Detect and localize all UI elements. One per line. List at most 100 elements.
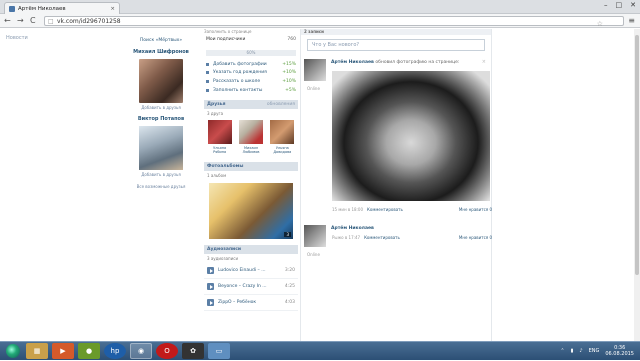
avatar[interactable] [304, 59, 326, 81]
scrollbar-thumb[interactable] [635, 35, 639, 275]
friend-name: Ульяна Довидова [273, 146, 292, 155]
friend-card[interactable]: Ульяна Рябина [207, 120, 232, 154]
left-nav-news[interactable]: Новости [6, 35, 28, 41]
wall: 2 записи Что у Вас нового? Online Артём … [300, 29, 492, 341]
bookmark-star-icon[interactable]: ☆ [597, 20, 603, 29]
albums-header[interactable]: Фотоальбомы [204, 162, 298, 172]
folder-icon[interactable]: ▦ [26, 343, 48, 359]
task-item[interactable]: Указать год рождения +10% [204, 69, 298, 78]
like-button[interactable]: Мне нравится 0 [459, 207, 492, 212]
chrome-icon[interactable]: ◉ [130, 343, 152, 359]
post-status: обновил фотографию на странице: [375, 60, 460, 65]
windows-orb-icon [6, 344, 20, 358]
post-author[interactable]: Артём Николаев [331, 226, 374, 231]
volume-icon[interactable]: ♪ [579, 348, 582, 354]
clock-date: 06.08.2015 [605, 351, 634, 357]
friend-suggestions: Поиск «Мёртвых» Михаил Шифронов Добавить… [131, 29, 191, 189]
suggestion-photo[interactable] [139, 126, 183, 170]
online-status: Online [307, 252, 320, 257]
tab-close-icon[interactable]: × [110, 6, 115, 12]
subscribers-label: Мои подписчики [206, 37, 246, 42]
wall-header: 2 записи [301, 29, 491, 35]
close-window-icon[interactable]: ✕ [630, 1, 636, 9]
task-label: Заполнить контакты [213, 87, 263, 93]
suggestion-photo[interactable] [139, 59, 183, 103]
audio-track[interactable]: ZippO – Ребёнок 4:03 [204, 295, 298, 312]
audio-count: 3 аудиозаписи [207, 256, 239, 262]
all-suggestions-link[interactable]: Все возможные друзья [131, 184, 191, 189]
browser-tab[interactable]: Артём Николаев × [4, 2, 120, 14]
window-icon[interactable]: ▭ [208, 343, 230, 359]
post-author[interactable]: Артём Николаев [331, 60, 374, 65]
comment-link[interactable]: Комментировать [364, 235, 400, 240]
play-icon[interactable] [207, 299, 214, 307]
friend-card[interactable]: Михаил Любимов [238, 120, 263, 154]
comment-link[interactable]: Комментировать [367, 207, 403, 212]
url-field[interactable]: □ vk.com/id296701258 ☆ [44, 16, 624, 29]
post-date[interactable]: Рыжо в 17:47 [332, 235, 360, 240]
subscribers-count: 760 [287, 37, 296, 42]
track-duration: 4:03 [284, 300, 295, 306]
url-text: vk.com/id296701258 [57, 18, 121, 25]
post-photo[interactable] [332, 71, 490, 201]
suggestion-name[interactable]: Михаил Шифронов [131, 49, 191, 55]
task-label: Добавить фотографии [213, 61, 267, 67]
task-item[interactable]: Рассказать о школе +10% [204, 77, 298, 86]
address-bar-row: ← → C □ vk.com/id296701258 ☆ ≡ [0, 14, 640, 28]
add-friend-link[interactable]: Добавить в друзья [131, 172, 191, 177]
play-icon[interactable] [207, 267, 214, 275]
friend-card[interactable]: Ульяна Довидова [270, 120, 295, 155]
like-button[interactable]: Мне нравится 0 [459, 235, 492, 240]
new-post-input[interactable]: Что у Вас нового? [307, 39, 485, 51]
audio-header[interactable]: Аудиозаписи [204, 245, 298, 255]
delete-post-icon[interactable]: × [482, 59, 486, 65]
profile-sidebar: Заполнить о странице Мои подписчики 760 … [204, 29, 298, 312]
suggestion-name[interactable]: Виктор Потапов [131, 116, 191, 122]
clock[interactable]: 0:36 06.08.2015 [605, 345, 634, 357]
track-duration: 3:20 [284, 268, 295, 274]
media-icon[interactable]: ▶ [52, 343, 74, 359]
avatar[interactable] [304, 225, 326, 247]
language-indicator[interactable]: ENG [589, 348, 600, 354]
post-meta: Рыжо в 17:47 Комментировать Мне нравится… [332, 235, 492, 240]
friend-photo [270, 120, 295, 145]
browser-menu-icon[interactable]: ≡ [628, 16, 635, 25]
like-count: 0 [489, 207, 492, 212]
album-cover[interactable]: 3 [209, 183, 293, 240]
tray-arrow-icon[interactable]: ⌃ [560, 348, 564, 354]
track-title: Beyonce – Crazy In ... [218, 284, 267, 290]
start-button[interactable] [0, 342, 26, 361]
search-link[interactable]: Поиск «Мёртвых» [131, 38, 191, 43]
maximize-icon[interactable]: □ [616, 1, 623, 9]
camera-icon[interactable]: ✿ [182, 343, 204, 359]
reload-icon[interactable]: C [30, 16, 39, 25]
hp-icon[interactable]: hp [104, 343, 126, 359]
task-percent: +10% [282, 70, 296, 76]
task-item[interactable]: Добавить фотографии +15% [204, 60, 298, 69]
minimize-icon[interactable]: – [604, 1, 608, 9]
task-percent: +15% [282, 61, 296, 67]
network-icon[interactable]: ▮ [571, 348, 574, 354]
opera-icon[interactable]: O [156, 343, 178, 359]
track-duration: 4:25 [284, 284, 295, 290]
audio-track[interactable]: Beyonce – Crazy In ... 4:25 [204, 279, 298, 296]
friends-header[interactable]: Друзья обновления [204, 100, 298, 110]
friends-updates-link[interactable]: обновления [267, 102, 295, 107]
task-item[interactable]: Заполнить контакты +5% [204, 86, 298, 95]
bullet-icon [206, 88, 209, 92]
add-friend-link[interactable]: Добавить в друзья [131, 105, 191, 110]
winamp-icon[interactable]: ● [78, 343, 100, 359]
forward-icon[interactable]: → [17, 16, 26, 25]
audio-track[interactable]: Ludovico Einaudi – ... 3:20 [204, 263, 298, 280]
tab-title: Артём Николаев [18, 5, 66, 12]
play-icon[interactable] [207, 283, 214, 291]
back-icon[interactable]: ← [4, 16, 13, 25]
post-date[interactable]: 15 мин в 18:00 [332, 207, 363, 212]
task-label: Рассказать о школе [213, 78, 261, 84]
task-percent: +10% [282, 78, 296, 84]
friends-title: Друзья [207, 102, 226, 108]
subscribers-row[interactable]: Мои подписчики 760 [204, 35, 298, 44]
task-percent: +5% [285, 87, 296, 93]
track-title: Ludovico Einaudi – ... [218, 268, 266, 274]
browser-titlebar: Артём Николаев × – □ ✕ [0, 0, 640, 14]
